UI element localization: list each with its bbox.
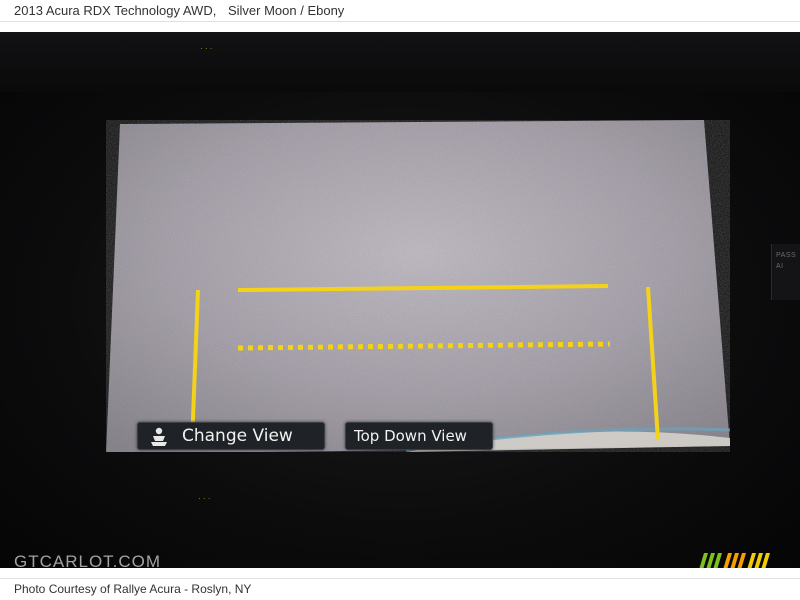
- backup-camera-photo: · · · · · · PASS AI Change View Top Down…: [0, 32, 800, 568]
- credit-bar: Photo Courtesy of Rallye Acura - Roslyn,…: [0, 578, 800, 600]
- passenger-airbag-indicator: PASS AI: [771, 244, 800, 300]
- change-view-button[interactable]: Change View: [137, 422, 325, 450]
- change-view-label: Change View: [182, 426, 293, 446]
- vehicle-title: 2013 Acura RDX Technology AWD,: [14, 3, 217, 18]
- vehicle-color: Silver Moon / Ebony: [227, 3, 345, 18]
- top-down-view-label: Top Down View: [354, 427, 467, 445]
- camera-view: [106, 120, 730, 452]
- logo-stripe-yellow: [747, 553, 770, 568]
- site-logo-stripes: [699, 553, 770, 568]
- seat-view-icon: [151, 427, 167, 446]
- logo-stripe-green: [699, 553, 722, 568]
- road-surface: [106, 120, 730, 452]
- passenger-airbag-label: PASS AI: [776, 252, 797, 270]
- photo-credit: Photo Courtesy of Rallye Acura - Roslyn,…: [14, 582, 252, 596]
- top-down-view-button[interactable]: Top Down View: [345, 422, 493, 450]
- caption-bar: 2013 Acura RDX Technology AWD, Silver Mo…: [0, 0, 800, 22]
- dashboard-bezel: [0, 32, 800, 92]
- decor-dots: · · ·: [198, 494, 211, 503]
- decor-dots: · · ·: [200, 44, 213, 53]
- display-screen: Change View Top Down View: [106, 120, 730, 452]
- logo-stripe-orange: [723, 553, 746, 568]
- watermark: GTCARLOT.COM: [14, 552, 162, 568]
- caption-text: 2013 Acura RDX Technology AWD, Silver Mo…: [14, 3, 344, 18]
